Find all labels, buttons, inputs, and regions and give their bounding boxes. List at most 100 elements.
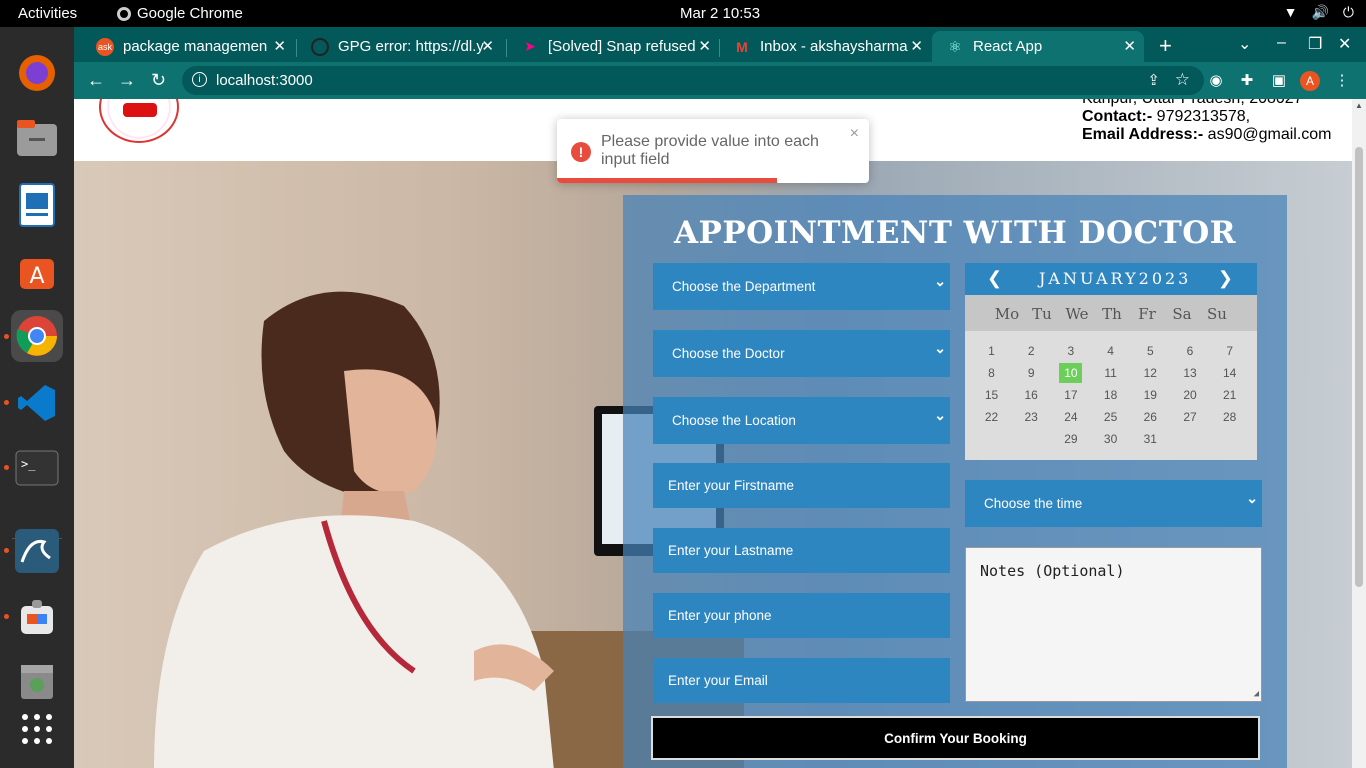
- files-icon[interactable]: [11, 112, 63, 164]
- calendar-day[interactable]: 11: [1099, 363, 1122, 383]
- calendar-day[interactable]: 2: [1020, 341, 1043, 361]
- calendar-day[interactable]: 28: [1218, 407, 1241, 427]
- tab-3[interactable]: M Inbox - akshaysharma ✕: [719, 31, 931, 62]
- tab-2[interactable]: ➤ [Solved] Snap refused ✕: [507, 31, 719, 62]
- calendar-day[interactable]: 15: [980, 385, 1003, 405]
- calendar-day[interactable]: 19: [1139, 385, 1162, 405]
- calendar-day[interactable]: 24: [1059, 407, 1082, 427]
- calendar-day[interactable]: 13: [1179, 363, 1202, 383]
- calendar-day[interactable]: 1: [980, 341, 1003, 361]
- calendar-day[interactable]: 14: [1218, 363, 1241, 383]
- calendar-day[interactable]: 20: [1179, 385, 1202, 405]
- firstname-input[interactable]: Enter your Firstname: [653, 463, 950, 508]
- calendar-day[interactable]: 5: [1139, 341, 1162, 361]
- show-apps-icon[interactable]: [11, 703, 63, 755]
- app-menu[interactable]: Google Chrome: [117, 5, 243, 22]
- extension-icon[interactable]: ◉: [1206, 71, 1226, 91]
- close-tab-icon[interactable]: ✕: [910, 37, 923, 55]
- share-icon[interactable]: ⇪: [1147, 71, 1160, 89]
- site-info-icon[interactable]: i: [192, 72, 207, 87]
- new-tab-button[interactable]: +: [1159, 33, 1172, 59]
- calendar-day[interactable]: 27: [1179, 407, 1202, 427]
- chrome-menu-icon[interactable]: ⋮: [1332, 71, 1352, 91]
- calendar-day[interactable]: 31: [1139, 429, 1162, 449]
- maximize-button[interactable]: ❐: [1308, 34, 1322, 54]
- calendar-day[interactable]: 30: [1099, 429, 1122, 449]
- chrome-icon: [117, 6, 131, 21]
- prev-month-button[interactable]: ❮: [987, 268, 1002, 289]
- bookmark-star-icon[interactable]: ☆: [1175, 70, 1190, 90]
- firefox-icon[interactable]: [11, 47, 63, 99]
- tab-1[interactable]: GPG error: https://dl.y ✕: [297, 31, 502, 62]
- clinic-logo: [99, 99, 179, 143]
- notes-placeholder: Notes (Optional): [980, 562, 1125, 580]
- notes-textarea[interactable]: Notes (Optional) ◢: [965, 547, 1262, 702]
- browser-window: ask package managemen ✕ GPG error: https…: [74, 27, 1366, 768]
- doctor-select[interactable]: Choose the Doctor: [653, 330, 950, 377]
- toast-close-button[interactable]: ×: [850, 125, 859, 143]
- weekday-label: Mo: [994, 305, 1020, 323]
- github-icon: [311, 37, 329, 56]
- scroll-up-icon[interactable]: ▲: [1355, 101, 1363, 110]
- side-panel-icon[interactable]: ▣: [1269, 71, 1289, 91]
- system-tray[interactable]: ▼ 🔊 ⏻: [1284, 4, 1354, 21]
- app-center-icon[interactable]: [11, 590, 63, 642]
- trash-icon[interactable]: [11, 655, 63, 707]
- software-center-icon[interactable]: A: [11, 245, 63, 297]
- forward-button[interactable]: →: [118, 70, 136, 91]
- calendar-day[interactable]: 17: [1059, 385, 1082, 405]
- calendar-day[interactable]: 23: [1020, 407, 1043, 427]
- vscode-icon[interactable]: [11, 377, 63, 429]
- calendar-day[interactable]: 29: [1059, 429, 1082, 449]
- calendar-day-selected[interactable]: 10: [1059, 363, 1083, 383]
- calendar-day[interactable]: 12: [1139, 363, 1162, 383]
- calendar-day[interactable]: 16: [1020, 385, 1043, 405]
- calendar-day[interactable]: 3: [1059, 341, 1082, 361]
- calendar-day[interactable]: 18: [1099, 385, 1122, 405]
- page-scrollbar[interactable]: ▲: [1352, 99, 1366, 768]
- minimize-button[interactable]: –: [1277, 34, 1286, 52]
- calendar-day[interactable]: 7: [1218, 341, 1241, 361]
- calendar-day[interactable]: 6: [1179, 341, 1202, 361]
- confirm-booking-button[interactable]: Confirm Your Booking: [651, 716, 1260, 760]
- close-window-button[interactable]: ✕: [1338, 34, 1351, 54]
- lastname-input[interactable]: Enter your Lastname: [653, 528, 950, 573]
- chrome-dock-icon[interactable]: [11, 310, 63, 362]
- profile-avatar[interactable]: A: [1300, 71, 1320, 91]
- close-tab-icon[interactable]: ✕: [481, 37, 494, 55]
- resize-handle-icon[interactable]: ◢: [1254, 689, 1259, 699]
- calendar-year: 2023: [1138, 269, 1192, 288]
- tab-4[interactable]: ⚛ React App ✕: [932, 31, 1144, 62]
- calendar-day[interactable]: 4: [1099, 341, 1122, 361]
- address-line: Kanpur, Uttar Pradesh, 208027: [1082, 99, 1332, 108]
- email-input[interactable]: Enter your Email: [653, 658, 950, 703]
- close-tab-icon[interactable]: ✕: [698, 37, 711, 55]
- tab-search-icon[interactable]: ⌄: [1238, 34, 1251, 54]
- reload-button[interactable]: ↻: [151, 70, 166, 91]
- writer-icon[interactable]: [11, 179, 63, 231]
- mysql-workbench-icon[interactable]: [11, 525, 63, 577]
- activities-button[interactable]: Activities: [18, 5, 77, 22]
- address-bar[interactable]: i localhost:3000 ⇪ ☆: [182, 66, 1204, 95]
- department-select[interactable]: Choose the Department: [653, 263, 950, 310]
- location-select[interactable]: Choose the Location: [653, 397, 950, 444]
- extensions-puzzle-icon[interactable]: ✚: [1237, 71, 1257, 91]
- calendar-day[interactable]: 26: [1139, 407, 1162, 427]
- tab-0[interactable]: ask package managemen ✕: [82, 31, 294, 62]
- calendar-day[interactable]: 8: [980, 363, 1003, 383]
- next-month-button[interactable]: ❯: [1218, 268, 1233, 289]
- dock: A >_: [0, 27, 74, 768]
- terminal-icon[interactable]: >_: [11, 442, 63, 494]
- running-indicator: [4, 614, 9, 619]
- close-tab-icon[interactable]: ✕: [1123, 37, 1136, 55]
- calendar-day[interactable]: 25: [1099, 407, 1122, 427]
- scrollbar-thumb[interactable]: [1355, 147, 1363, 587]
- calendar-day[interactable]: 9: [1020, 363, 1043, 383]
- clock[interactable]: Mar 2 10:53: [680, 5, 760, 22]
- calendar-day[interactable]: 21: [1218, 385, 1241, 405]
- close-tab-icon[interactable]: ✕: [273, 37, 286, 55]
- time-select[interactable]: Choose the time: [965, 480, 1262, 527]
- phone-input[interactable]: Enter your phone: [653, 593, 950, 638]
- calendar-day[interactable]: 22: [980, 407, 1003, 427]
- back-button[interactable]: ←: [87, 70, 105, 91]
